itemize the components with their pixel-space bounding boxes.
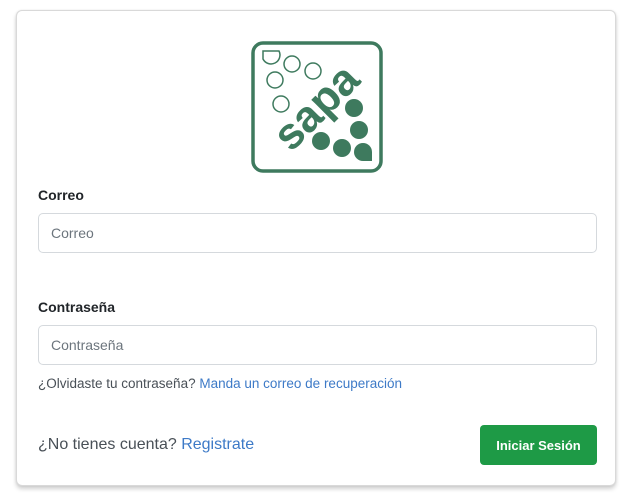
forgot-password-text: ¿Olvidaste tu contraseña?: [38, 376, 196, 391]
forgot-password-row: ¿Olvidaste tu contraseña? Manda un corre…: [38, 376, 402, 391]
email-label: Correo: [38, 187, 84, 203]
login-button[interactable]: Iniciar Sesión: [480, 425, 597, 465]
register-link[interactable]: Registrate: [181, 436, 254, 453]
password-field[interactable]: [38, 325, 597, 365]
email-field[interactable]: [38, 213, 597, 253]
register-row: ¿No tienes cuenta? Registrate: [38, 436, 254, 454]
sapa-logo: sapa: [251, 41, 383, 173]
recover-password-link[interactable]: Manda un correo de recuperación: [199, 376, 402, 391]
password-label: Contraseña: [38, 299, 116, 315]
login-card: sapa Correo Contraseña ¿Olvidaste tu con…: [16, 10, 616, 486]
no-account-text: ¿No tienes cuenta?: [38, 436, 177, 453]
